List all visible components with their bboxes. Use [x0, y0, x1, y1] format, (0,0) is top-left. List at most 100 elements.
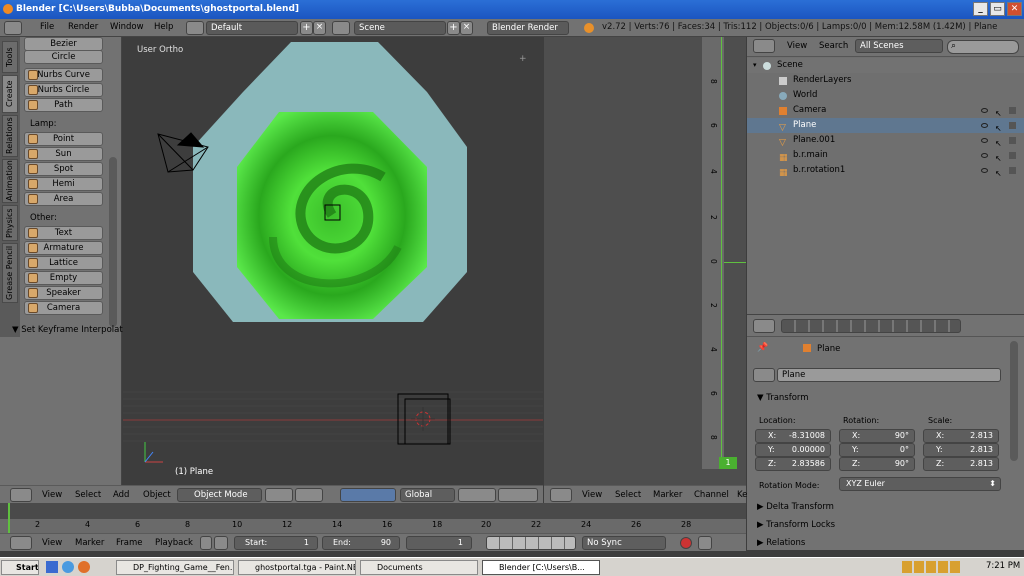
rotation-x-field[interactable]: X: 90° — [839, 429, 915, 443]
start-frame-field[interactable]: Start: 1 — [234, 536, 318, 550]
outliner-row-camera[interactable]: Camera ↖ — [747, 103, 1024, 118]
3d-cursor-object[interactable] — [397, 393, 451, 445]
outliner-row-br-main[interactable]: ▦ b.r.main ↖ — [747, 148, 1024, 163]
properties-scrollbar[interactable] — [1010, 341, 1018, 461]
close-button[interactable]: ✕ — [1007, 2, 1022, 16]
end-frame-field[interactable]: End: 90 — [322, 536, 400, 550]
tool-nurbs-circle[interactable]: Nurbs Circle — [24, 83, 103, 97]
outliner-row-plane[interactable]: ▽ Plane ↖ — [747, 118, 1024, 133]
transform-panel-header[interactable]: ▼ Transform — [757, 393, 809, 403]
manipulator-icons[interactable] — [340, 488, 396, 502]
maximize-button[interactable]: ▭ — [990, 2, 1005, 16]
tool-text[interactable]: Text — [24, 226, 103, 240]
layers-grid-icon-2[interactable] — [498, 488, 538, 502]
menu-help[interactable]: Help — [154, 22, 173, 32]
timeline-view-menu[interactable]: View — [42, 538, 62, 548]
tool-bezier[interactable]: Bezier — [24, 37, 103, 51]
object-datablock-icon[interactable] — [753, 368, 775, 382]
tray-icons[interactable] — [902, 561, 962, 573]
location-z-field[interactable]: Z: 2.83586 — [755, 457, 831, 471]
display-mode-select[interactable]: All Scenes — [855, 39, 943, 53]
timeline-playback-menu[interactable]: Playback — [155, 538, 193, 548]
timeline-frame-menu[interactable]: Frame — [116, 538, 142, 548]
editor-type-icon[interactable] — [10, 536, 32, 550]
tool-point-lamp[interactable]: Point — [24, 132, 103, 146]
editor-type-icon[interactable] — [753, 39, 775, 53]
set-keyframe-interpolation-panel[interactable]: ▼ Set Keyframe Interpolati — [12, 325, 125, 335]
tool-nurbs-curve[interactable]: Nurbs Curve — [24, 68, 103, 82]
firefox-icon[interactable] — [78, 561, 90, 573]
add-layout-button[interactable]: + — [300, 21, 313, 35]
scale-x-field[interactable]: X: 2.813 — [923, 429, 999, 443]
pin-icon[interactable]: 📌 — [757, 343, 768, 353]
menu-file[interactable]: File — [40, 22, 54, 32]
menu-render[interactable]: Render — [68, 22, 98, 32]
layout-icon[interactable] — [186, 21, 204, 35]
task-documents[interactable]: Documents — [360, 560, 478, 575]
viewport-canvas[interactable]: + — [123, 37, 543, 485]
record-icon[interactable] — [680, 537, 692, 549]
menu-window[interactable]: Window — [110, 22, 144, 32]
tab-create[interactable]: Create — [2, 75, 18, 113]
render-icon[interactable] — [1009, 152, 1016, 159]
lock-icon[interactable] — [200, 536, 212, 550]
select-cursor-icon[interactable]: ↖ — [995, 166, 1002, 181]
visibility-eye-icon[interactable] — [981, 108, 988, 113]
current-frame-field[interactable]: 1 — [406, 536, 472, 550]
outliner-row-world[interactable]: World — [747, 88, 1024, 103]
layout-field[interactable]: Default — [206, 21, 298, 35]
task-chrome[interactable]: DP_Fighting_Game__Fen... — [116, 560, 234, 575]
transform-locks-panel[interactable]: ▶ Transform Locks — [757, 520, 835, 530]
portal-swirl[interactable] — [237, 112, 427, 319]
render-engine-select[interactable]: Blender Render — [487, 21, 569, 35]
visibility-eye-icon[interactable] — [981, 138, 988, 143]
render-icon[interactable] — [1009, 122, 1016, 129]
mode-select[interactable]: Object Mode — [177, 488, 262, 502]
outliner-row-renderlayers[interactable]: RenderLayers — [747, 73, 1024, 88]
tool-hemi-lamp[interactable]: Hemi — [24, 177, 103, 191]
ie-icon[interactable] — [62, 561, 74, 573]
scale-y-field[interactable]: Y: 2.813 — [923, 443, 999, 457]
collapse-arrow-icon[interactable]: ▾ — [753, 58, 757, 73]
tool-path[interactable]: Path — [24, 98, 103, 112]
graph-editor[interactable]: 8 6 4 2 0 2 4 6 8 1 — [544, 37, 746, 485]
tool-empty[interactable]: Empty — [24, 271, 103, 285]
scene-icon[interactable] — [332, 21, 350, 35]
timeline-marker-menu[interactable]: Marker — [75, 538, 104, 548]
layers-grid-icon[interactable] — [458, 488, 496, 502]
remove-scene-button[interactable]: × — [460, 21, 473, 35]
object-menu[interactable]: Object — [143, 490, 171, 500]
tab-animation[interactable]: Animation — [2, 159, 18, 203]
tab-tools[interactable]: Tools — [2, 41, 18, 73]
tool-sun-lamp[interactable]: Sun — [24, 147, 103, 161]
outliner-view-menu[interactable]: View — [787, 41, 807, 51]
add-menu[interactable]: Add — [113, 490, 129, 500]
render-icon[interactable] — [1009, 137, 1016, 144]
render-icon[interactable] — [1009, 167, 1016, 174]
select-menu[interactable]: Select — [75, 490, 101, 500]
delta-transform-panel[interactable]: ▶ Delta Transform — [757, 502, 834, 512]
location-y-field[interactable]: Y: 0.00000 — [755, 443, 831, 457]
timeline-editor[interactable]: 2 4 6 8 10 12 14 16 18 20 22 24 26 28 — [0, 503, 746, 533]
remove-layout-button[interactable]: × — [313, 21, 326, 35]
tool-shelf-scrollbar[interactable] — [109, 157, 117, 327]
render-icon[interactable] — [1009, 107, 1016, 114]
preview-range-icon[interactable] — [214, 536, 228, 550]
context-tab-icons[interactable] — [781, 319, 961, 333]
tool-lattice[interactable]: Lattice — [24, 256, 103, 270]
task-paintnet[interactable]: ghostportal.tga - Paint.NE... — [238, 560, 356, 575]
outliner-row-plane001[interactable]: ▽ Plane.001 ↖ — [747, 133, 1024, 148]
orientation-select[interactable]: Global — [400, 488, 455, 502]
editor-type-icon[interactable] — [550, 488, 572, 502]
sync-mode-select[interactable]: No Sync — [582, 536, 666, 550]
tab-physics[interactable]: Physics — [2, 205, 18, 241]
minimize-button[interactable]: _ — [973, 2, 988, 16]
editor-type-icon[interactable] — [4, 21, 22, 35]
graph-view-menu[interactable]: View — [582, 490, 602, 500]
tool-armature[interactable]: Armature — [24, 241, 103, 255]
pivot-select-icon[interactable] — [295, 488, 323, 502]
view-menu[interactable]: View — [42, 490, 62, 500]
tool-spot-lamp[interactable]: Spot — [24, 162, 103, 176]
visibility-eye-icon[interactable] — [981, 153, 988, 158]
graph-key-menu[interactable]: Ke — [737, 490, 747, 500]
